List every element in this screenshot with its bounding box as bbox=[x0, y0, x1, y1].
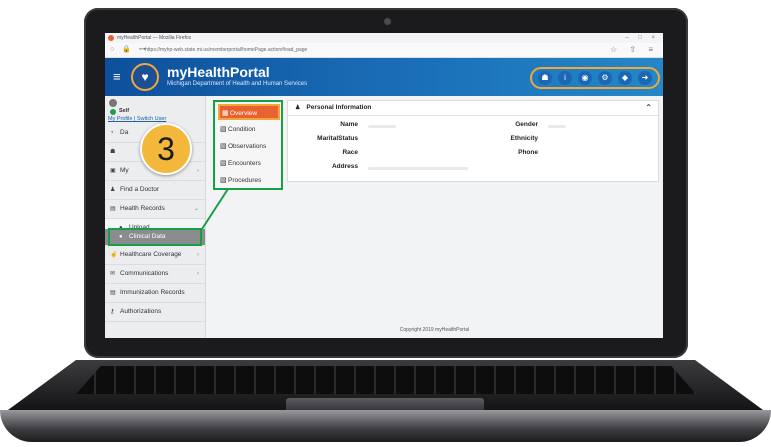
field-label-phone: Phone bbox=[518, 149, 538, 156]
panel-header[interactable]: ♟ Personal Information ⌃ bbox=[288, 101, 658, 116]
encounters-icon: ▧ bbox=[220, 160, 227, 167]
field-value-gender bbox=[548, 125, 566, 128]
clinical-data-highlight bbox=[108, 228, 202, 246]
tab-condition[interactable]: ▧Condition bbox=[218, 122, 280, 138]
settings-icon[interactable]: ⚙ bbox=[598, 71, 612, 85]
tab-label: Observations bbox=[228, 143, 267, 150]
tab-overview[interactable]: ▦Overview bbox=[218, 104, 280, 120]
laptop-screen: myHealthPortal — Mozilla Firefox – □ × ○… bbox=[105, 33, 663, 338]
observations-icon: ▧ bbox=[220, 143, 227, 150]
procedures-icon: ▧ bbox=[220, 177, 227, 184]
self-label: Self bbox=[119, 108, 130, 114]
chevron-right-icon: › bbox=[197, 252, 199, 258]
collapse-caret-icon[interactable]: ⌃ bbox=[645, 101, 652, 115]
field-label-name: Name bbox=[340, 121, 358, 128]
tab-label: Condition bbox=[228, 126, 256, 133]
chevron-right-icon: › bbox=[197, 271, 199, 277]
dashboard-icon: ◔ bbox=[110, 130, 114, 136]
firefox-icon bbox=[108, 35, 114, 41]
calendar-icon: ▣ bbox=[110, 168, 116, 174]
person-icon: ♟ bbox=[295, 105, 301, 111]
field-value-address bbox=[368, 167, 468, 170]
profile-links[interactable]: My Profile | Switch User bbox=[108, 116, 166, 122]
shield-lock-icon: ○ 🔒 ⊶ bbox=[110, 46, 149, 53]
webcam bbox=[384, 18, 391, 25]
window-title: myHealthPortal — Mozilla Firefox bbox=[117, 35, 192, 41]
thumbs-up-icon: ☝ bbox=[110, 252, 118, 258]
field-label-gender: Gender bbox=[515, 121, 538, 128]
address-bar[interactable]: ○ 🔒 ⊶ https://myhp-web.state.mi.us/membe… bbox=[105, 43, 663, 58]
field-label-ethnicity: Ethnicity bbox=[510, 135, 538, 142]
bell-icon[interactable]: ◆ bbox=[618, 71, 632, 85]
people-icon: ☗ bbox=[110, 149, 116, 155]
header-actions: ☗ i ◉ ⚙ ◆ ➜ bbox=[530, 67, 660, 89]
info-icon[interactable]: i bbox=[558, 71, 572, 85]
tab-label: Procedures bbox=[228, 177, 262, 184]
tab-label: Overview bbox=[230, 110, 258, 117]
sidebar-item-authorizations[interactable]: ⚷ Authorizations bbox=[105, 303, 205, 322]
avatar bbox=[109, 99, 117, 107]
overview-icon: ▦ bbox=[222, 110, 229, 117]
user-panel: Self My Profile | Switch User bbox=[105, 96, 205, 122]
keyboard bbox=[76, 366, 696, 394]
sidebar-item-communications[interactable]: ✉ Communications › bbox=[105, 265, 205, 284]
online-status-icon bbox=[110, 109, 116, 115]
record-tab-list: ▦Overview ▧Condition ▧Observations ▧Enco… bbox=[213, 100, 283, 190]
sidebar-item-label: Immunization Records bbox=[120, 289, 185, 296]
sidebar-item-label: Find a Doctor bbox=[120, 186, 160, 193]
document-icon: ▤ bbox=[110, 290, 116, 296]
menu-icon[interactable]: ≡ bbox=[113, 69, 121, 84]
tab-encounters[interactable]: ▧Encounters bbox=[218, 156, 280, 172]
sidebar-item-label: Authorizations bbox=[120, 308, 162, 315]
sidebar-item-health-records[interactable]: ▤ Health Records ⌄ bbox=[105, 200, 205, 219]
sidebar-item-immunization[interactable]: ▤ Immunization Records bbox=[105, 284, 205, 303]
records-icon: ▤ bbox=[110, 206, 116, 212]
field-value-name bbox=[368, 125, 396, 128]
browser-titlebar: myHealthPortal — Mozilla Firefox – □ × bbox=[105, 33, 663, 43]
chat-icon: ✉ bbox=[110, 271, 116, 277]
sidebar-item-healthcare-coverage[interactable]: ☝ Healthcare Coverage › bbox=[105, 246, 205, 265]
user-icon: ♟ bbox=[110, 187, 116, 193]
sidebar-item-label: Health Records bbox=[120, 205, 165, 212]
tab-observations[interactable]: ▧Observations bbox=[218, 139, 280, 155]
panel-title: Personal Information bbox=[306, 104, 372, 111]
personal-information-panel: ♟ Personal Information ⌃ Name MaritalStat… bbox=[287, 100, 659, 182]
tab-label: Encounters bbox=[228, 160, 261, 167]
field-label-address: Address bbox=[331, 163, 358, 170]
globe-icon[interactable]: ◉ bbox=[578, 71, 592, 85]
sidebar-item-label: Healthcare Coverage bbox=[120, 251, 182, 258]
portal-logo: ♥ bbox=[131, 63, 159, 91]
key-icon: ⚷ bbox=[110, 309, 115, 315]
chevron-down-icon: ⌄ bbox=[193, 206, 199, 212]
url-text[interactable]: https://myhp-web.state.mi.us/memberporta… bbox=[145, 43, 307, 57]
bookmark-share-menu-icons[interactable]: ☆ ⇧ ≡ bbox=[610, 43, 658, 57]
sidebar-item-label: Communications bbox=[120, 270, 169, 277]
copyright-footer: Copyright 2019 myHealthPortal bbox=[399, 327, 470, 333]
sidebar-item-label: My bbox=[120, 167, 129, 174]
window-controls[interactable]: – □ × bbox=[625, 33, 659, 43]
step-number-badge: 3 bbox=[140, 123, 192, 175]
field-label-race: Race bbox=[342, 149, 358, 156]
main-content: ▦Overview ▧Condition ▧Observations ▧Enco… bbox=[206, 96, 663, 338]
tab-procedures[interactable]: ▧Procedures bbox=[218, 173, 280, 189]
sidebar-item-find-doctor[interactable]: ♟ Find a Doctor bbox=[105, 181, 205, 200]
app-subtitle: Michigan Department of Health and Human … bbox=[167, 81, 308, 87]
condition-icon: ▧ bbox=[220, 126, 227, 133]
field-label-marital-status: MaritalStatus bbox=[317, 135, 358, 142]
app-title: myHealthPortal bbox=[167, 64, 270, 80]
chevron-right-icon: › bbox=[197, 168, 199, 174]
logout-icon[interactable]: ➜ bbox=[638, 71, 652, 85]
people-icon[interactable]: ☗ bbox=[538, 71, 552, 85]
sidebar-item-label: Da bbox=[120, 129, 129, 136]
app-header: ≡ ♥ myHealthPortal Michigan Department o… bbox=[105, 58, 663, 96]
laptop-base bbox=[0, 410, 771, 442]
